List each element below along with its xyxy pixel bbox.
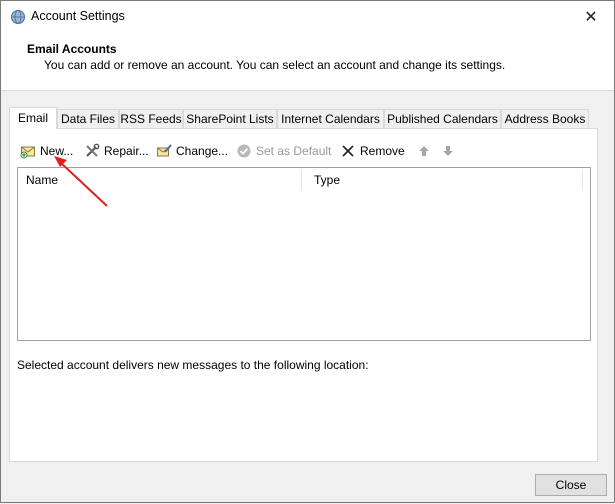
email-tab-panel: New... Repair... Change... Set as Defaul… [9,128,598,462]
arrow-up-icon [418,145,430,157]
close-icon[interactable]: ✕ [568,1,614,32]
close-button[interactable]: Close [535,474,607,496]
new-button[interactable]: New... [20,141,73,161]
change-button[interactable]: Change... [156,141,228,161]
accounts-list[interactable]: Name Type [17,167,591,341]
column-header-name[interactable]: Name [18,168,301,192]
delivery-location-label: Selected account delivers new messages t… [17,358,369,372]
move-down-button[interactable] [442,141,454,161]
window-title: Account Settings [31,9,125,23]
title-bar: Account Settings ✕ [1,1,614,32]
change-account-icon [156,143,172,159]
new-button-label: New... [40,144,74,158]
column-divider[interactable] [301,170,302,190]
move-up-button[interactable] [418,141,430,161]
account-settings-dialog: Account Settings ✕ Email Accounts You ca… [0,0,615,503]
repair-tools-icon [84,143,100,159]
remove-x-icon [340,143,356,159]
tab-email[interactable]: Email [9,107,57,129]
tab-published-calendars[interactable]: Published Calendars [384,109,501,128]
checkmark-circle-icon [236,143,252,159]
tab-address-books[interactable]: Address Books [501,109,589,128]
column-divider[interactable] [582,170,583,190]
arrow-down-icon [442,145,454,157]
set-as-default-label: Set as Default [256,144,332,158]
outlook-app-icon [10,9,26,25]
repair-button[interactable]: Repair... [84,141,149,161]
tab-rss-feeds[interactable]: RSS Feeds [119,109,183,128]
change-button-label: Change... [176,144,229,158]
set-as-default-button[interactable]: Set as Default [236,141,331,161]
remove-button-label: Remove [360,144,405,158]
repair-button-label: Repair... [104,144,149,158]
tab-internet-calendars[interactable]: Internet Calendars [277,109,384,128]
dialog-header: Email Accounts You can add or remove an … [1,32,614,91]
header-title: Email Accounts [27,42,117,56]
header-subtitle: You can add or remove an account. You ca… [44,58,506,72]
remove-button[interactable]: Remove [340,141,405,161]
tab-data-files[interactable]: Data Files [57,109,119,128]
column-header-type[interactable]: Type [306,168,581,192]
list-header: Name Type [18,168,590,193]
new-account-icon [20,143,36,159]
tab-sharepoint-lists[interactable]: SharePoint Lists [183,109,277,128]
